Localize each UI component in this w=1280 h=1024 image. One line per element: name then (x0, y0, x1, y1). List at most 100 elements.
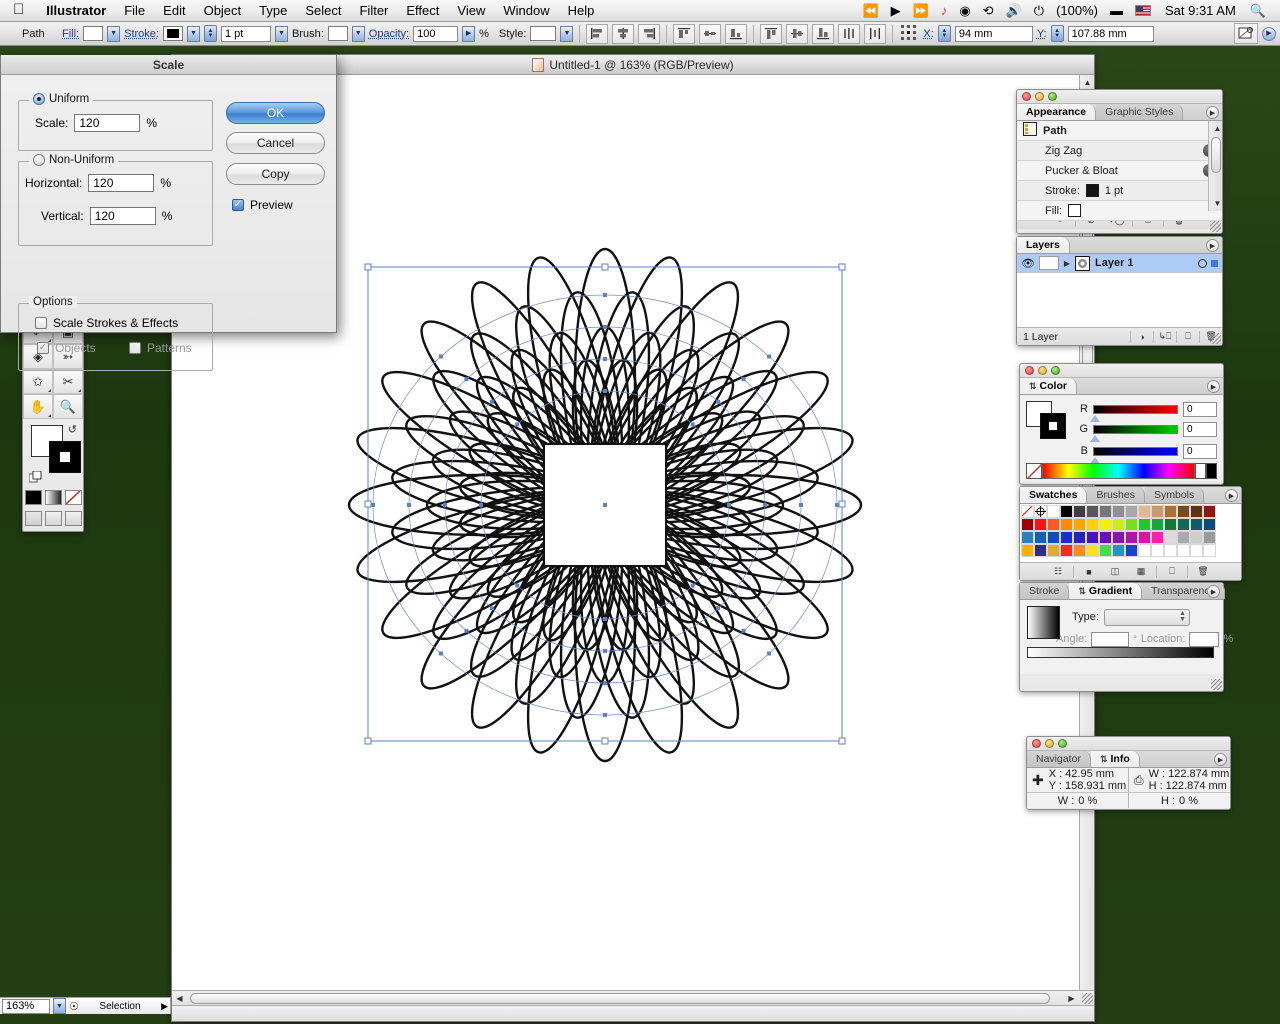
swatch-libraries-icon[interactable]: ☷ (1047, 565, 1069, 579)
menu-item-file[interactable]: File (115, 0, 154, 22)
rewind-icon[interactable]: ⏪ (856, 3, 884, 19)
zoom-level-input[interactable] (2, 998, 50, 1014)
align-center-h-icon[interactable] (612, 23, 635, 44)
anchor-point[interactable] (835, 503, 839, 507)
scale-strokes-checkbox[interactable] (35, 317, 47, 329)
uniform-radio[interactable] (33, 93, 45, 105)
color-panel[interactable]: ⇅Color ▶ R G B (1019, 363, 1224, 485)
swatch-cell[interactable] (1021, 531, 1034, 544)
zoom-window-icon[interactable] (1058, 739, 1067, 748)
anchor-point[interactable] (479, 503, 483, 507)
gradient-preview-thumbnail[interactable] (1027, 606, 1060, 639)
swatch-cell[interactable] (1164, 505, 1177, 518)
tab-info[interactable]: ⇅ Info (1090, 751, 1140, 767)
panel-resize-grip[interactable] (1211, 679, 1222, 690)
standard-screen-mode[interactable] (24, 511, 42, 526)
zoom-window-icon[interactable] (1051, 366, 1060, 375)
appearance-scrollbar[interactable]: ▲ ▼ (1208, 121, 1222, 211)
swatch-cell[interactable] (1138, 518, 1151, 531)
anchor-point[interactable] (603, 681, 607, 685)
color-panel-titlebar[interactable] (1020, 364, 1223, 378)
color-channel-g-knob[interactable] (1090, 434, 1100, 442)
uniform-group-label[interactable]: Uniform (29, 93, 94, 105)
swatch-cell[interactable] (1099, 505, 1112, 518)
anchor-point[interactable] (741, 377, 746, 382)
anchor-point[interactable] (603, 293, 607, 297)
swatch-cell[interactable] (1073, 518, 1086, 531)
swatches-grid-container[interactable] (1020, 504, 1241, 562)
appearance-row-path[interactable]: Path (1017, 121, 1222, 141)
color-channel-b-input[interactable] (1183, 443, 1217, 459)
stroke-weight-popup-icon[interactable]: ▼ (274, 25, 288, 42)
swatch-cell[interactable] (1203, 531, 1216, 544)
swatch-cell[interactable] (1021, 544, 1034, 557)
anchor-point[interactable] (489, 399, 494, 404)
align-right-icon[interactable] (638, 23, 661, 44)
scroll-up-icon[interactable]: ▲ (1080, 75, 1095, 90)
anchor-point[interactable] (603, 617, 607, 621)
swatch-cell[interactable] (1138, 505, 1151, 518)
search-icon[interactable]: 🔍 (1244, 3, 1272, 19)
scale-dialog[interactable]: Scale Uniform Scale: % Non-Uniform Horiz… (0, 55, 337, 371)
lock-cell-icon[interactable] (1039, 256, 1059, 270)
menu-item-effect[interactable]: Effect (397, 0, 448, 22)
scroll-left-icon[interactable]: ◀ (172, 991, 187, 1006)
fast-forward-icon[interactable]: ⏩ (907, 3, 935, 19)
white-swatch-icon[interactable] (1195, 463, 1206, 479)
info-tabstrip[interactable]: Navigator ⇅ Info ▶ (1027, 751, 1230, 768)
zoom-tool[interactable]: 🔍 (53, 394, 83, 419)
horizontal-scroll-thumb[interactable] (190, 993, 1050, 1004)
menu-item-window[interactable]: Window (494, 0, 558, 22)
anchor-point[interactable] (603, 325, 607, 329)
full-screen-with-menu-mode[interactable] (44, 511, 62, 526)
gradient-body[interactable]: Type: ▲ ▼ Angle: ° Location: % (1020, 600, 1233, 674)
menu-item-object[interactable]: Object (195, 0, 251, 22)
menu-item-illustrator[interactable]: Illustrator (37, 0, 115, 22)
swatch-cell[interactable] (1151, 518, 1164, 531)
opacity-popup-icon[interactable]: ▶ (462, 25, 476, 42)
swatch-cell[interactable] (1190, 518, 1203, 531)
zoom-window-icon[interactable] (1048, 92, 1057, 101)
swatch-cell[interactable] (1099, 518, 1112, 531)
anchor-point[interactable] (443, 503, 447, 507)
display-icon[interactable]: ▬ (1104, 3, 1129, 18)
swatch-cell[interactable] (1034, 505, 1047, 518)
swatch-cell[interactable] (1047, 505, 1060, 518)
y-input[interactable] (1067, 25, 1154, 42)
slice-tool[interactable]: ✩ (23, 369, 53, 394)
y-label[interactable]: Y: (1037, 28, 1047, 40)
brush-popup-icon[interactable]: ▼ (351, 25, 365, 42)
anchor-point[interactable] (603, 503, 607, 507)
swatch-cell[interactable] (1125, 505, 1138, 518)
swatch-cell[interactable] (1099, 531, 1112, 544)
swatch-cell[interactable] (1073, 544, 1086, 557)
none-mode-button[interactable] (64, 490, 82, 505)
color-spectrum-bar[interactable] (1026, 463, 1217, 479)
new-swatch-icon[interactable]: ⎕ (1161, 565, 1183, 579)
swatch-cell[interactable] (1047, 544, 1060, 557)
layers-list[interactable]: 👁 ▶ Layer 1 (1017, 254, 1222, 327)
fill-swatch-button[interactable] (83, 26, 104, 41)
layer-name-label[interactable]: Layer 1 (1095, 257, 1134, 269)
none-swatch-icon[interactable] (1026, 463, 1042, 479)
distribute-center-h-icon[interactable] (699, 23, 722, 44)
create-new-layer-icon[interactable]: ⎕ (1177, 330, 1199, 344)
opacity-label[interactable]: Opacity: (369, 28, 409, 40)
panel-resize-grip[interactable] (1210, 333, 1221, 344)
color-channel-r-knob[interactable] (1090, 414, 1100, 422)
swatch-cell[interactable] (1125, 531, 1138, 544)
appearance-tabstrip[interactable]: Appearance Graphic Styles ▶ (1017, 104, 1222, 121)
selection-handle[interactable] (838, 500, 846, 508)
appearance-row-pucker[interactable]: Pucker & Bloat ƒ (1017, 161, 1222, 181)
create-new-sublayer-icon[interactable]: ↳⎕ (1154, 330, 1176, 344)
anchor-point[interactable] (763, 503, 767, 507)
swatch-cell[interactable] (1190, 544, 1203, 557)
style-popup-icon[interactable]: ▼ (560, 25, 574, 42)
gradient-location-input[interactable] (1189, 631, 1220, 647)
eye-icon[interactable]: 👁 (1017, 257, 1039, 270)
swatch-cell[interactable] (1112, 531, 1125, 544)
selection-handle[interactable] (364, 263, 372, 271)
tab-swatches[interactable]: Swatches (1020, 487, 1088, 503)
x-label[interactable]: X: (923, 28, 933, 40)
gradient-mode-button[interactable] (44, 490, 62, 505)
